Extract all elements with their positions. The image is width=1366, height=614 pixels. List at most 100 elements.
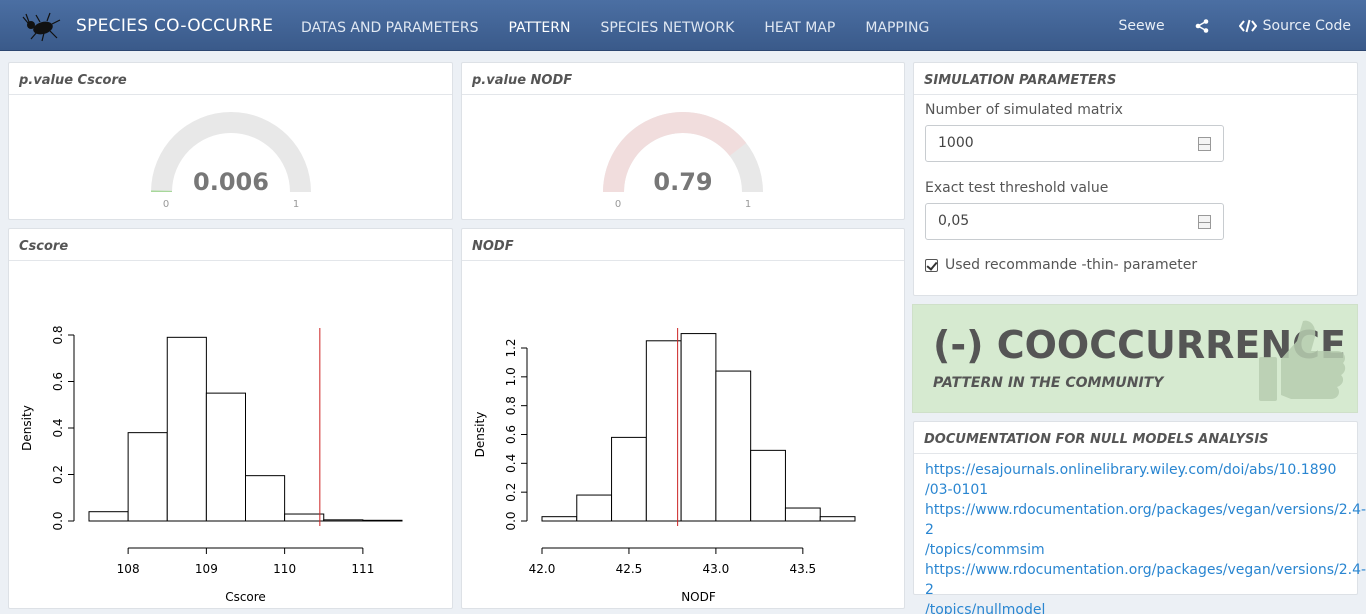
- n-matrix-label: Number of simulated matrix: [925, 102, 1123, 118]
- histogram-bar: [750, 449, 786, 522]
- y-tick-label: 1.0: [504, 367, 518, 386]
- simulation-parameters-panel: SIMULATION PARAMETERS Number of simulate…: [913, 62, 1358, 296]
- y-tick-label: 0.4: [51, 418, 65, 437]
- x-tick-label: 109: [195, 562, 218, 576]
- histogram-bar: [680, 333, 717, 522]
- doc-link-esa[interactable]: https://esajournals.onlinelibrary.wiley.…: [925, 460, 1355, 500]
- n-matrix-input[interactable]: 1000: [925, 125, 1224, 162]
- histogram-bar: [88, 511, 129, 522]
- gauge-value: 0.006: [193, 168, 269, 196]
- doc-links: https://esajournals.onlinelibrary.wiley.…: [925, 460, 1366, 614]
- share-icon: [1195, 18, 1208, 33]
- gauge-min-label: 0: [615, 199, 621, 210]
- histogram-bar: [819, 516, 856, 522]
- n-matrix-spinner[interactable]: [1198, 137, 1211, 151]
- cscore-gauge: 0.006 0 1: [151, 112, 311, 210]
- tab-heat-map[interactable]: HEAT MAP: [749, 0, 850, 51]
- doc-link-line: https://esajournals.onlinelibrary.wiley.…: [925, 462, 1337, 478]
- tab-datas-and-parameters[interactable]: DATAS AND PARAMETERS: [286, 0, 493, 51]
- doc-link-line: /topics/commsim: [925, 542, 1045, 558]
- histogram-bar: [576, 494, 613, 522]
- result-subtitle: PATTERN IN THE COMMUNITY: [933, 375, 1164, 391]
- histogram-bar: [245, 475, 286, 522]
- panel-title: p.value Cscore: [9, 63, 452, 95]
- panel-title: SIMULATION PARAMETERS: [914, 63, 1357, 95]
- x-tick-label: 111: [351, 562, 374, 576]
- documentation-panel: DOCUMENTATION FOR NULL MODELS ANALYSIS h…: [913, 421, 1366, 614]
- nodf-gauge: 0.79 0 1: [603, 112, 763, 210]
- doc-link-line: /03-0101: [925, 482, 989, 498]
- threshold-value: 0,05: [938, 213, 970, 229]
- y-tick-label: 1.2: [504, 338, 518, 357]
- tab-pattern[interactable]: PATTERN: [493, 0, 585, 51]
- histogram-bar: [284, 513, 325, 522]
- histogram-bar: [541, 516, 578, 522]
- tab-species-network[interactable]: SPECIES NETWORK: [585, 0, 749, 51]
- beetle-logo-icon: [22, 12, 61, 42]
- y-tick-label: 0.0: [504, 511, 518, 530]
- histogram-bar: [323, 519, 364, 522]
- tab-mapping[interactable]: MAPPING: [850, 0, 944, 51]
- x-tick-label: 43.5: [789, 562, 816, 576]
- nodf-pvalue-panel: p.value NODF 0.79 0 1: [461, 62, 905, 220]
- n-matrix-value: 1000: [938, 135, 974, 151]
- histogram-bar: [611, 436, 647, 522]
- share-button[interactable]: [1180, 18, 1224, 33]
- panel-title: NODF: [462, 229, 904, 261]
- y-tick-label: 0.8: [51, 325, 65, 344]
- thin-checkbox[interactable]: [925, 258, 938, 272]
- histogram-bar: [205, 392, 246, 522]
- thin-checkbox-row[interactable]: Used recommande -thin- parameter: [925, 257, 1197, 273]
- source-code-link[interactable]: Source Code: [1224, 18, 1366, 34]
- app-title: SPECIES CO-OCCURRE: [76, 16, 274, 36]
- threshold-input[interactable]: 0,05: [925, 203, 1224, 240]
- x-tick-label: 43.0: [703, 562, 730, 576]
- user-link[interactable]: Seewe: [1103, 18, 1179, 34]
- y-tick-label: 0.6: [51, 372, 65, 391]
- x-tick-label: 42.5: [616, 562, 643, 576]
- doc-link-commsim[interactable]: https://www.rdocumentation.org/packages/…: [925, 500, 1366, 560]
- y-tick-label: 0.0: [51, 511, 65, 530]
- gauge-max-label: 1: [745, 199, 751, 210]
- cscore-pvalue-panel: p.value Cscore 0.006 0 1: [8, 62, 453, 220]
- threshold-spinner[interactable]: [1198, 215, 1211, 229]
- doc-link-nullmodel[interactable]: https://www.rdocumentation.org/packages/…: [925, 560, 1366, 614]
- doc-link-line: https://www.rdocumentation.org/packages/…: [925, 502, 1366, 538]
- x-axis-label: NODF: [681, 590, 716, 604]
- navbar: SPECIES CO-OCCURRE DATAS AND PARAMETERS …: [0, 0, 1366, 51]
- code-icon: [1238, 19, 1257, 32]
- nodf-histogram-panel: NODF 42.0 42.5 43.0 43.5 0.0 0.2 0.4 0.6 0.8 1.0 1…: [461, 228, 905, 609]
- y-axis-label: Density: [473, 412, 487, 458]
- source-code-label: Source Code: [1262, 17, 1351, 34]
- panel-title: Cscore: [9, 229, 452, 261]
- histogram-bar: [127, 432, 168, 522]
- y-tick-label: 0.2: [504, 483, 518, 502]
- thumbs-up-icon: [1259, 320, 1346, 401]
- y-tick-label: 0.4: [504, 454, 518, 473]
- x-axis-label: Cscore: [225, 590, 266, 604]
- x-tick-label: 42.0: [529, 562, 556, 576]
- y-tick-label: 0.2: [51, 465, 65, 484]
- panel-title: DOCUMENTATION FOR NULL MODELS ANALYSIS: [914, 422, 1357, 454]
- histogram-bar: [645, 340, 682, 522]
- main-nav: DATAS AND PARAMETERS PATTERN SPECIES NET…: [286, 0, 944, 51]
- histogram-bar: [166, 336, 207, 522]
- x-tick-label: 108: [117, 562, 140, 576]
- panel-title: p.value NODF: [462, 63, 904, 95]
- doc-link-line: https://www.rdocumentation.org/packages/…: [925, 562, 1366, 598]
- histogram-bar: [784, 507, 821, 522]
- threshold-label: Exact test threshold value: [925, 180, 1109, 196]
- y-tick-label: 0.8: [504, 396, 518, 415]
- histogram-bar: [362, 519, 403, 522]
- gauge-value: 0.79: [653, 168, 712, 196]
- histogram-bar: [715, 370, 752, 522]
- result-box: (-) COOCCURRENCE PATTERN IN THE COMMUNIT…: [912, 304, 1358, 413]
- nodf-histogram: 42.0 42.5 43.0 43.5 0.0 0.2 0.4 0.6 0.8 1.0 1.2 NOD…: [473, 328, 856, 604]
- doc-link-line: /topics/nullmodel: [925, 602, 1046, 614]
- thin-checkbox-label: Used recommande -thin- parameter: [945, 257, 1198, 273]
- y-tick-label: 0.6: [504, 425, 518, 444]
- gauge-max-label: 1: [293, 199, 299, 210]
- y-axis-label: Density: [20, 405, 34, 451]
- gauge-min-label: 0: [163, 199, 169, 210]
- cscore-histogram-panel: Cscore 108 109 110 111 0.0 0.2 0.4 0.6 0.8 Cscore…: [8, 228, 453, 609]
